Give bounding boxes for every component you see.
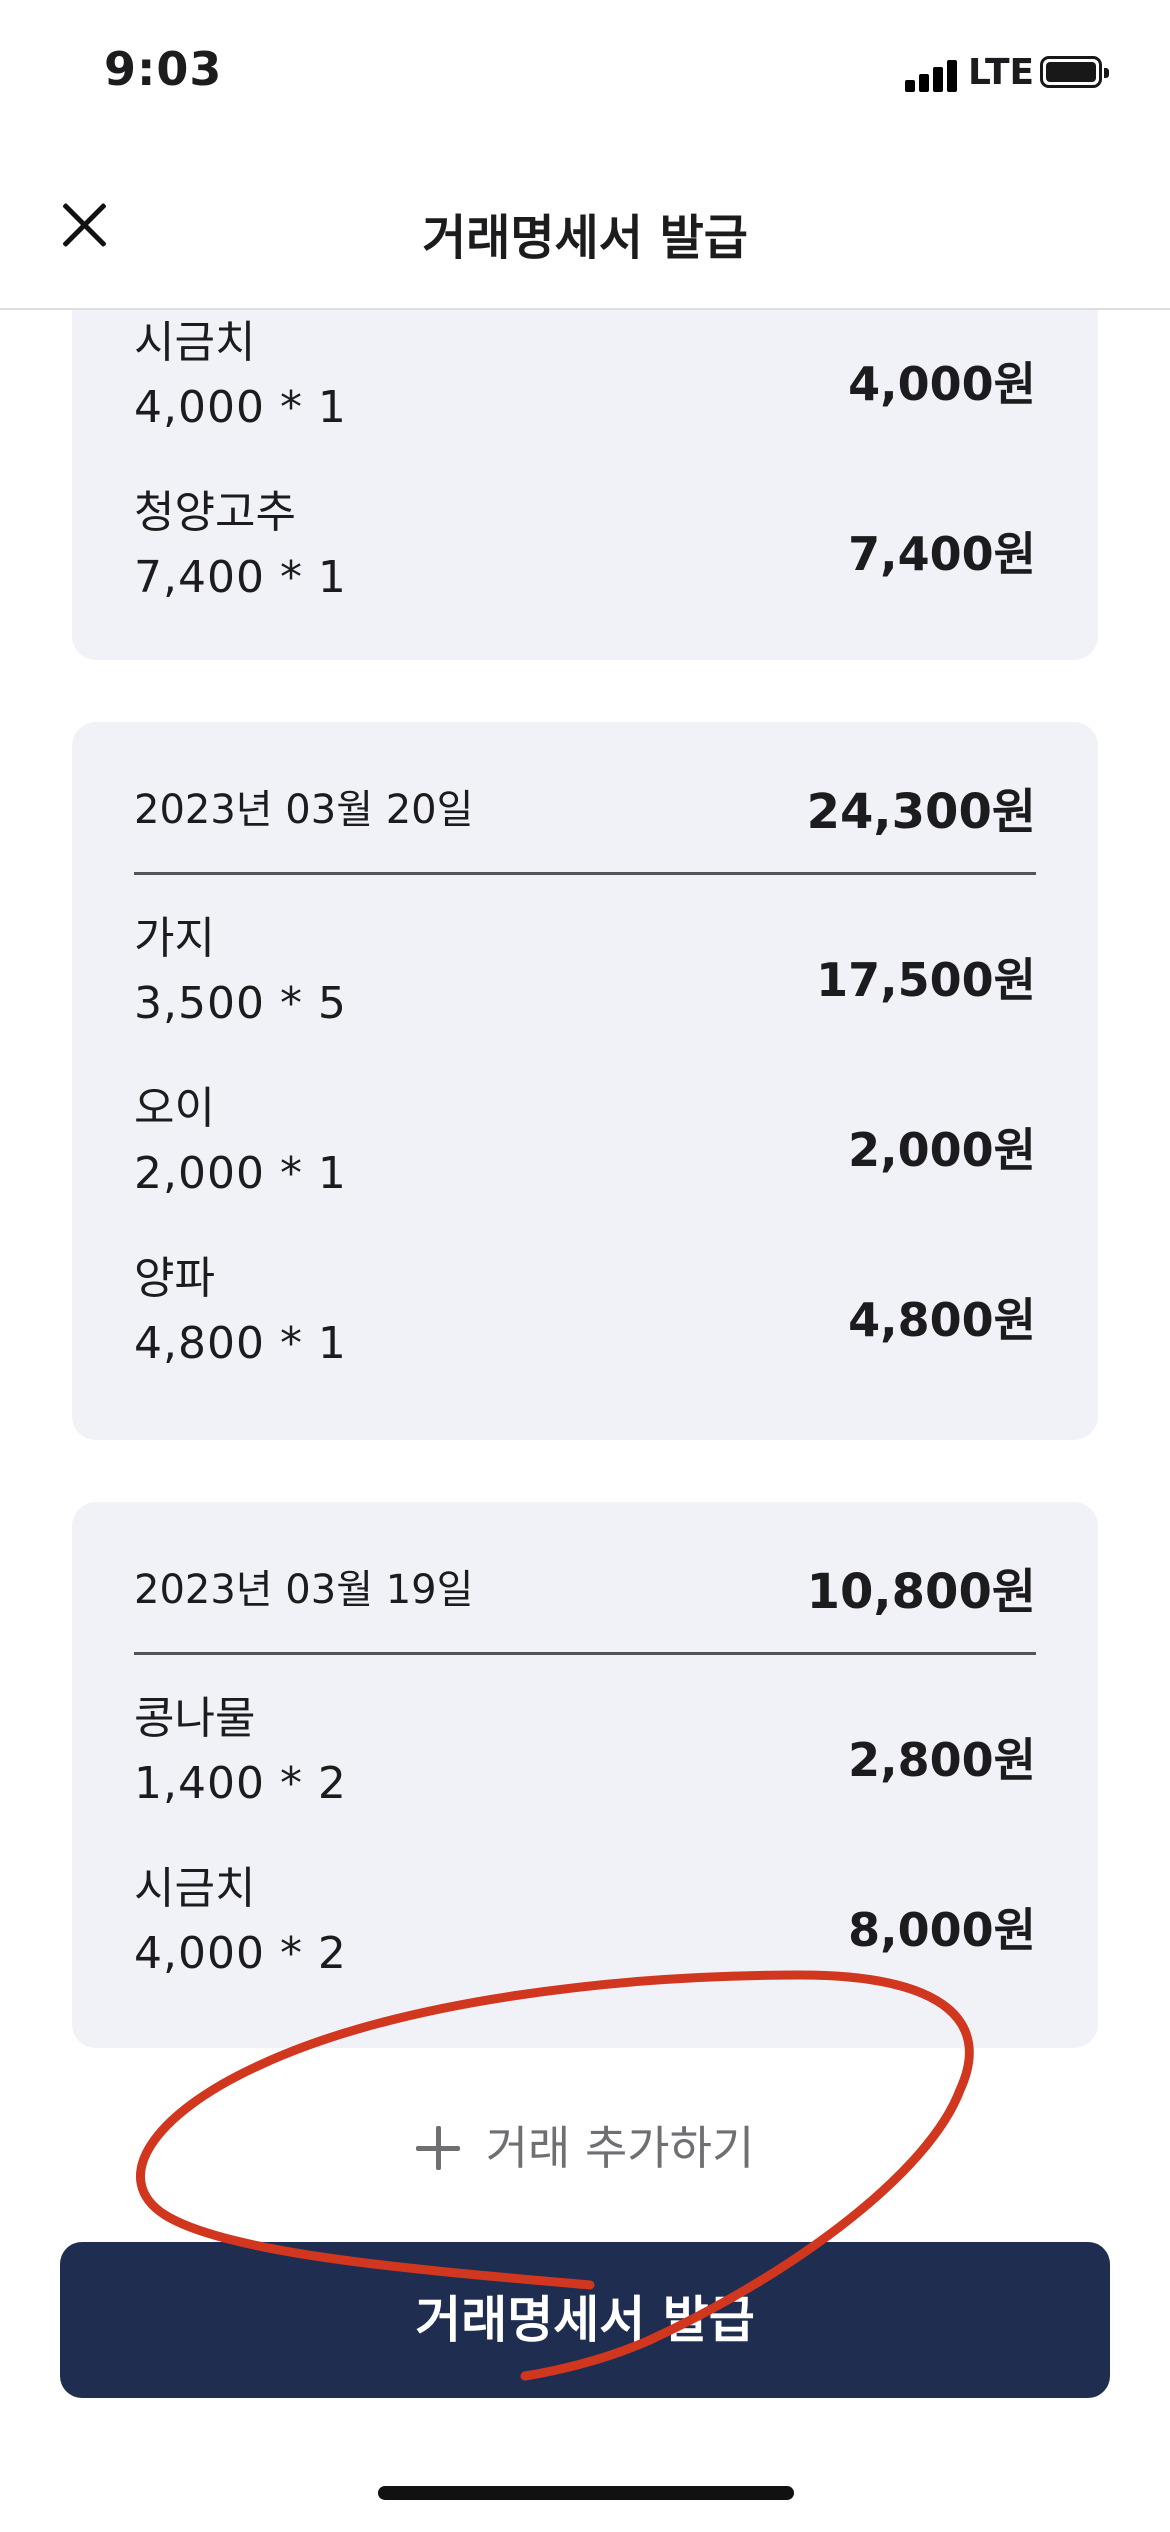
list-item: 시금치 4,000 * 2 8,000원 xyxy=(134,1852,1036,2022)
add-transaction-label: 거래 추가하기 xyxy=(485,2121,755,2175)
item-amount: 2,000원 xyxy=(848,1123,1036,1177)
item-qty: 3,500 * 5 xyxy=(134,978,347,1029)
item-name: 양파 xyxy=(134,1253,215,1304)
transaction-card-partial: 시금치 4,000 * 1 4,000원 청양고추 7,400 * 1 7,40… xyxy=(72,308,1098,660)
item-name: 콩나물 xyxy=(134,1693,256,1744)
item-qty: 4,800 * 1 xyxy=(134,1318,347,1369)
item-qty: 7,400 * 1 xyxy=(134,552,347,603)
item-name: 오이 xyxy=(134,1083,215,1134)
cellular-signal-icon xyxy=(905,58,959,92)
transaction-list[interactable]: 시금치 4,000 * 1 4,000원 청양고추 7,400 * 1 7,40… xyxy=(0,308,1170,2208)
item-qty: 4,000 * 2 xyxy=(134,1928,347,1979)
item-amount: 4,000원 xyxy=(848,357,1036,411)
item-qty: 4,000 * 1 xyxy=(134,382,347,433)
item-name: 시금치 xyxy=(134,317,256,368)
transaction-card[interactable]: 2023년 03월 20일 24,300원 가지 3,500 * 5 17,50… xyxy=(72,722,1098,1440)
nav-header: 거래명세서 발급 xyxy=(0,150,1170,310)
list-item: 가지 3,500 * 5 17,500원 xyxy=(134,902,1036,1072)
item-qty: 2,000 * 1 xyxy=(134,1148,347,1199)
item-amount: 8,000원 xyxy=(848,1903,1036,1957)
item-amount: 17,500원 xyxy=(816,953,1036,1007)
transaction-card[interactable]: 2023년 03월 19일 10,800원 콩나물 1,400 * 2 2,80… xyxy=(72,1502,1098,2048)
transaction-date: 2023년 03월 19일 xyxy=(134,1567,474,1613)
list-item: 양파 4,800 * 1 4,800원 xyxy=(134,1242,1036,1412)
card-header: 2023년 03월 19일 10,800원 xyxy=(134,1502,1036,1655)
battery-icon xyxy=(1040,56,1109,88)
item-qty: 1,400 * 2 xyxy=(134,1758,347,1809)
transaction-total: 10,800원 xyxy=(806,1564,1036,1620)
status-time: 9:03 xyxy=(104,42,223,96)
add-transaction-button[interactable]: 거래 추가하기 xyxy=(0,2112,1170,2178)
item-name: 시금치 xyxy=(134,1863,256,1914)
item-name: 가지 xyxy=(134,913,215,964)
home-indicator xyxy=(378,2486,794,2500)
network-label: LTE xyxy=(968,52,1035,93)
page-title: 거래명세서 발급 xyxy=(422,210,748,266)
list-item: 콩나물 1,400 * 2 2,800원 xyxy=(134,1682,1036,1852)
transaction-date: 2023년 03월 20일 xyxy=(134,787,474,833)
issue-statement-button[interactable]: 거래명세서 발급 xyxy=(60,2242,1110,2398)
status-bar: 9:03 LTE xyxy=(0,0,1170,150)
card-header: 2023년 03월 20일 24,300원 xyxy=(134,722,1036,875)
list-item: 시금치 4,000 * 1 4,000원 xyxy=(134,308,1036,476)
list-item: 청양고추 7,400 * 1 7,400원 xyxy=(134,476,1036,646)
plus-icon xyxy=(415,2125,460,2170)
item-amount: 2,800원 xyxy=(848,1733,1036,1787)
transaction-total: 24,300원 xyxy=(806,784,1036,840)
item-name: 청양고추 xyxy=(134,487,296,538)
list-item: 오이 2,000 * 1 2,000원 xyxy=(134,1072,1036,1242)
item-amount: 4,800원 xyxy=(848,1293,1036,1347)
item-amount: 7,400원 xyxy=(848,527,1036,581)
